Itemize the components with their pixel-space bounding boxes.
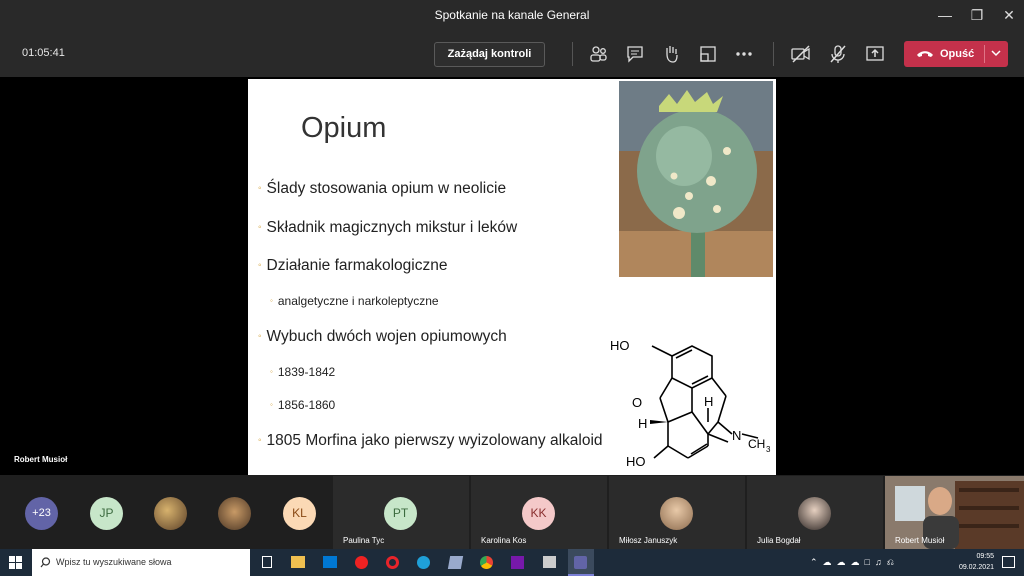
- participant-tile[interactable]: Miłosz Januszyk: [609, 476, 745, 549]
- minimize-icon[interactable]: —: [930, 4, 960, 26]
- molecule-hydroxyl-top: HO: [610, 338, 630, 353]
- participant-name: Karolina Kos: [481, 536, 527, 545]
- avatar-photo: [660, 497, 693, 530]
- raise-hand-icon[interactable]: [660, 44, 682, 64]
- request-control-button[interactable]: Zażądaj kontroli: [434, 42, 545, 67]
- chevron-down-icon[interactable]: [990, 47, 1002, 59]
- store-icon[interactable]: [323, 556, 337, 568]
- slide-bullet: ◦ Ślady stosowania opium w neolicie: [258, 180, 507, 197]
- more-options-icon[interactable]: [733, 44, 755, 64]
- slide-title: Opium: [301, 112, 387, 144]
- close-icon[interactable]: ✕: [994, 4, 1024, 26]
- presenter-name: Robert Musioł: [14, 455, 68, 464]
- windows-start-icon[interactable]: [9, 556, 22, 569]
- self-video-tile[interactable]: Robert Musioł: [885, 476, 1024, 549]
- search-placeholder: Wpisz tu wyszukiwane słowa: [56, 557, 172, 567]
- phone-icon: [917, 51, 933, 57]
- file-explorer-icon[interactable]: [291, 556, 305, 568]
- avatar-photo: [798, 497, 831, 530]
- slide-sub-bullet: ◦ 1856-1860: [270, 398, 336, 412]
- avatar: KK: [522, 497, 555, 530]
- molecule-nitrogen: N: [732, 428, 741, 443]
- notes-icon[interactable]: [447, 556, 464, 569]
- morphine-structure-image: HO O H H N CH 3 HO: [610, 338, 771, 469]
- molecule-hydroxyl-bottom: HO: [626, 454, 646, 469]
- avatar-photo[interactable]: [154, 497, 187, 530]
- avatar-photo[interactable]: [218, 497, 251, 530]
- participant-tile[interactable]: Julia Bogdał: [747, 476, 883, 549]
- taskbar-clock[interactable]: 09:55 09.02.2021: [950, 551, 994, 573]
- participant-tile[interactable]: PT Paulina Tyc: [333, 476, 469, 549]
- teams-taskbar-button[interactable]: [568, 549, 594, 576]
- slide-bullet: ◦ Składnik magicznych mikstur i leków: [258, 219, 518, 236]
- breakout-rooms-icon[interactable]: [697, 44, 719, 64]
- molecule-hydrogen: H: [638, 416, 647, 431]
- chat-icon[interactable]: [624, 44, 646, 64]
- edge-icon[interactable]: [417, 556, 430, 569]
- participants-icon[interactable]: [588, 44, 610, 64]
- molecule-hydrogen: H: [704, 394, 713, 409]
- taskbar: Wpisz tu wyszukiwane słowa ⌃☁☁☁□♫⎌ 09:55…: [0, 549, 1024, 576]
- leave-button[interactable]: Opuść: [904, 41, 1008, 67]
- avatar[interactable]: KL: [283, 497, 316, 530]
- presentation-slide: Opium ◦ Ślady stosowania opium w neolicie…: [248, 79, 776, 475]
- participant-name: Julia Bogdał: [757, 536, 801, 545]
- task-view-icon[interactable]: [262, 556, 272, 568]
- taskbar-search-box[interactable]: Wpisz tu wyszukiwane słowa: [32, 549, 250, 576]
- molecule-methyl-subscript: 3: [766, 445, 771, 454]
- molecule-oxygen: O: [632, 395, 642, 410]
- mic-off-icon[interactable]: [827, 44, 849, 64]
- participant-name: Miłosz Januszyk: [619, 536, 678, 545]
- participant-name: Paulina Tyc: [343, 536, 385, 545]
- slide-sub-bullet: ◦ 1839-1842: [270, 365, 336, 379]
- meeting-toolbar: 01:05:41 Zażądaj kontroli Opuść: [0, 31, 1024, 77]
- slide-bullet: ◦ Wybuch dwóch wojen opiumowych: [258, 328, 507, 345]
- chrome-icon[interactable]: [480, 556, 493, 569]
- taskbar-date: 09.02.2021: [958, 564, 994, 571]
- taskbar-time: 09:55: [976, 553, 994, 560]
- calculator-icon[interactable]: [543, 556, 556, 568]
- poppy-pod-image: [619, 81, 773, 277]
- mail-icon[interactable]: [355, 556, 368, 569]
- window-title: Spotkanie na kanale General: [434, 8, 590, 22]
- slide-sub-bullet: ◦ analgetyczne i narkoleptyczne: [270, 294, 439, 308]
- teams-icon: [574, 556, 587, 569]
- participant-tile[interactable]: KK Karolina Kos: [471, 476, 607, 549]
- meeting-timer: 01:05:41: [22, 47, 65, 59]
- restore-icon[interactable]: ❐: [962, 4, 992, 26]
- share-screen-icon[interactable]: [864, 44, 886, 64]
- opera-icon[interactable]: [386, 556, 399, 569]
- onenote-icon[interactable]: [511, 556, 524, 569]
- title-bar: Spotkanie na kanale General — ❐ ✕: [0, 0, 1024, 31]
- slide-bullet: ◦ Działanie farmakologiczne: [258, 257, 448, 274]
- avatar[interactable]: JP: [90, 497, 123, 530]
- camera-off-icon[interactable]: [790, 44, 812, 64]
- leave-label: Opuść: [940, 48, 975, 60]
- slide-bullet: ◦ 1805 Morfina jako pierwszy wyizolowany …: [258, 432, 603, 449]
- molecule-methyl: CH: [748, 437, 765, 451]
- more-participants-button[interactable]: +23: [25, 497, 58, 530]
- system-tray-icons[interactable]: ⌃☁☁☁□♫⎌: [810, 557, 899, 568]
- search-icon: [40, 557, 51, 568]
- avatar: PT: [384, 497, 417, 530]
- notifications-icon[interactable]: [1002, 556, 1015, 568]
- participant-name: Robert Musioł: [895, 536, 945, 545]
